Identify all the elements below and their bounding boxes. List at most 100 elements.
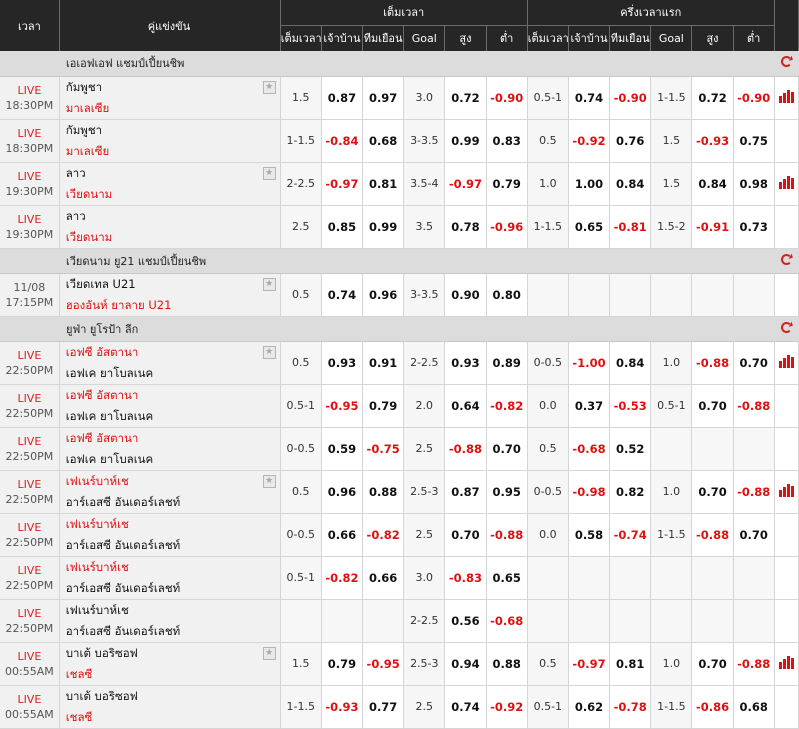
odds-cell[interactable]: -1.00 — [568, 341, 611, 385]
odds-cell[interactable]: -0.90 — [733, 76, 775, 120]
away-team[interactable]: อาร์เอสซี อันเดอร์เลชท์ — [66, 578, 279, 599]
home-team[interactable]: กัมพูชา — [66, 120, 279, 141]
away-team[interactable]: เชลซี — [66, 707, 279, 728]
odds-cell[interactable]: -0.88 — [691, 513, 734, 557]
odds-cell[interactable]: 0.70 — [691, 470, 734, 514]
odds-cell[interactable]: 0.84 — [609, 341, 652, 385]
away-team[interactable]: มาเลเซีย — [66, 98, 279, 119]
odds-cell[interactable]: 0.56 — [444, 599, 487, 643]
star-icon[interactable]: ★ — [262, 166, 276, 180]
away-team[interactable]: เวียดนาม — [66, 184, 279, 205]
odds-cell[interactable]: 0.73 — [733, 205, 775, 249]
odds-cell[interactable]: 0.87 — [444, 470, 487, 514]
odds-cell[interactable]: 0.88 — [362, 470, 405, 514]
odds-cell[interactable]: 0.70 — [733, 341, 775, 385]
odds-cell[interactable]: -0.84 — [321, 119, 364, 163]
chart-cell[interactable] — [774, 642, 799, 686]
away-team[interactable]: ฮองอันห์ ยาลาย U21 — [66, 295, 279, 316]
odds-cell[interactable]: 0.74 — [568, 76, 611, 120]
away-team[interactable]: เอฟเค ยาโบลเนค — [66, 363, 279, 384]
odds-cell[interactable]: -0.75 — [362, 427, 405, 471]
odds-cell[interactable]: 0.82 — [609, 470, 652, 514]
home-team[interactable]: เอฟซี อัสตานา — [66, 385, 279, 406]
odds-cell[interactable]: -0.86 — [691, 685, 734, 729]
bar-chart-icon[interactable] — [779, 175, 795, 189]
star-icon[interactable]: ★ — [262, 474, 276, 488]
odds-cell[interactable]: 0.68 — [733, 685, 775, 729]
odds-cell[interactable]: 0.81 — [362, 162, 405, 206]
home-team[interactable]: บาเต้ บอริซอฟ — [66, 686, 279, 707]
odds-cell[interactable]: 0.93 — [444, 341, 487, 385]
odds-cell[interactable]: 0.83 — [486, 119, 528, 163]
odds-cell[interactable]: 0.75 — [733, 119, 775, 163]
odds-cell[interactable]: -0.81 — [609, 205, 652, 249]
odds-cell[interactable]: 0.99 — [444, 119, 487, 163]
odds-cell[interactable]: -0.88 — [733, 384, 775, 428]
home-team[interactable]: เฟเนร์บาห์เช — [66, 471, 279, 492]
odds-cell[interactable]: 0.96 — [362, 273, 405, 317]
odds-cell[interactable]: -0.68 — [486, 599, 528, 643]
odds-cell[interactable]: 0.72 — [444, 76, 487, 120]
odds-cell[interactable]: 0.98 — [733, 162, 775, 206]
odds-cell[interactable]: -0.82 — [321, 556, 364, 600]
odds-cell[interactable]: -0.68 — [568, 427, 611, 471]
odds-cell[interactable]: -0.95 — [362, 642, 405, 686]
odds-cell[interactable]: 0.62 — [568, 685, 611, 729]
odds-cell[interactable]: 0.95 — [486, 470, 528, 514]
odds-cell[interactable]: -0.98 — [568, 470, 611, 514]
star-icon[interactable]: ★ — [262, 80, 276, 94]
home-team[interactable]: เอฟซี อัสตานา — [66, 342, 279, 363]
odds-cell[interactable]: -0.97 — [444, 162, 487, 206]
odds-cell[interactable]: 0.80 — [486, 273, 528, 317]
odds-cell[interactable]: 0.59 — [321, 427, 364, 471]
odds-cell[interactable]: 0.58 — [568, 513, 611, 557]
star-icon[interactable]: ★ — [262, 277, 276, 291]
home-team[interactable]: เฟเนร์บาห์เช — [66, 514, 279, 535]
odds-cell[interactable]: -0.88 — [444, 427, 487, 471]
odds-cell[interactable]: 0.79 — [362, 384, 405, 428]
league-row[interactable]: เวียดนาม ยู21 แชมป์เปี้ยนชิพ — [0, 248, 799, 274]
odds-cell[interactable]: 0.77 — [362, 685, 405, 729]
home-team[interactable]: เฟเนร์บาห์เช — [66, 600, 279, 621]
odds-cell[interactable]: 0.64 — [444, 384, 487, 428]
odds-cell[interactable]: 0.97 — [362, 76, 405, 120]
odds-cell[interactable]: -0.88 — [733, 470, 775, 514]
odds-cell[interactable]: 0.52 — [609, 427, 652, 471]
odds-cell[interactable]: 0.87 — [321, 76, 364, 120]
odds-cell[interactable]: 0.76 — [609, 119, 652, 163]
odds-cell[interactable]: 0.81 — [609, 642, 652, 686]
chart-cell[interactable] — [774, 341, 799, 385]
odds-cell[interactable]: 0.79 — [321, 642, 364, 686]
odds-cell[interactable]: 0.89 — [486, 341, 528, 385]
chart-cell[interactable] — [774, 470, 799, 514]
odds-cell[interactable]: 0.94 — [444, 642, 487, 686]
league-row[interactable]: เอเอฟเอฟ แชมป์เปี้ยนชิพ — [0, 51, 799, 77]
odds-cell[interactable]: -0.74 — [609, 513, 652, 557]
odds-cell[interactable]: 0.79 — [486, 162, 528, 206]
odds-cell[interactable]: 0.72 — [691, 76, 734, 120]
odds-cell[interactable]: 0.74 — [444, 685, 487, 729]
home-team[interactable]: เฟเนร์บาห์เช — [66, 557, 279, 578]
odds-cell[interactable]: -0.95 — [321, 384, 364, 428]
odds-cell[interactable]: 0.88 — [486, 642, 528, 686]
chart-cell[interactable] — [774, 76, 799, 120]
away-team[interactable]: เชลซี — [66, 664, 279, 685]
odds-cell[interactable]: 1.00 — [568, 162, 611, 206]
odds-cell[interactable]: 0.91 — [362, 341, 405, 385]
home-team[interactable]: บาเต้ บอริซอฟ — [66, 643, 279, 664]
odds-cell[interactable]: 0.70 — [444, 513, 487, 557]
odds-cell[interactable]: 0.70 — [691, 384, 734, 428]
odds-cell[interactable]: 0.99 — [362, 205, 405, 249]
odds-cell[interactable]: 0.78 — [444, 205, 487, 249]
odds-cell[interactable]: -0.93 — [321, 685, 364, 729]
away-team[interactable]: อาร์เอสซี อันเดอร์เลชท์ — [66, 621, 279, 642]
odds-cell[interactable]: -0.92 — [486, 685, 528, 729]
odds-cell[interactable]: 0.85 — [321, 205, 364, 249]
odds-cell[interactable]: -0.96 — [486, 205, 528, 249]
chart-cell[interactable] — [774, 162, 799, 206]
odds-cell[interactable]: -0.88 — [733, 642, 775, 686]
odds-cell[interactable]: -0.88 — [691, 341, 734, 385]
refresh-button[interactable] — [774, 51, 799, 77]
home-team[interactable]: เวียดเทล U21 — [66, 274, 279, 295]
odds-cell[interactable]: -0.91 — [691, 205, 734, 249]
